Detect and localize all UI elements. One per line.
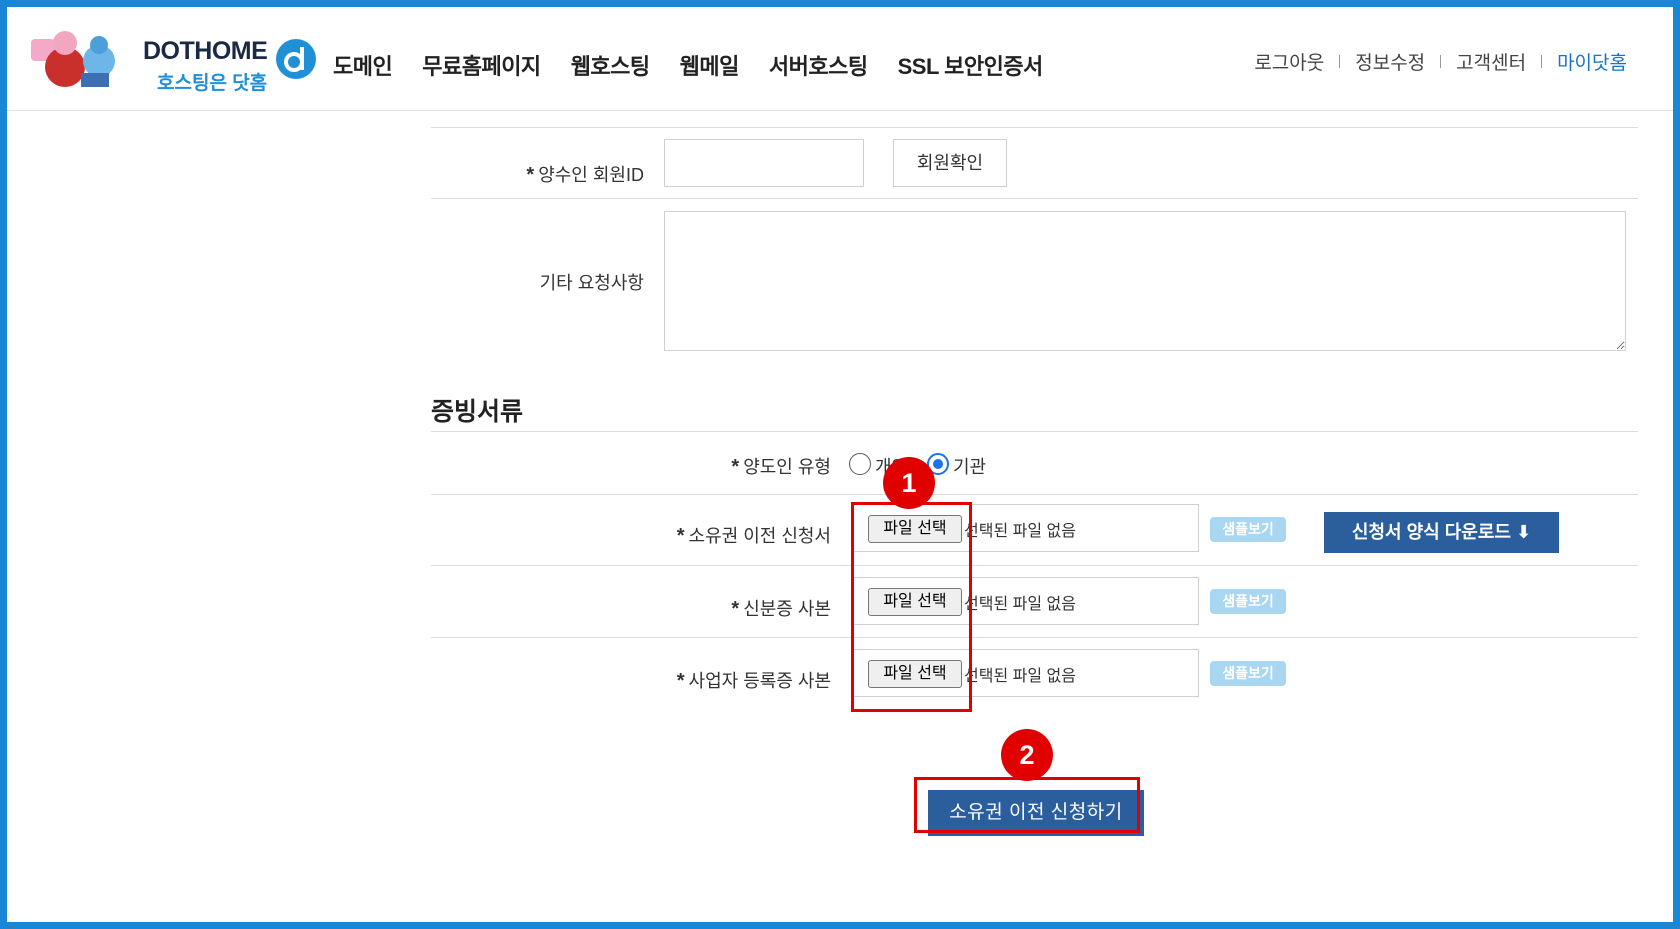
file-status: 선택된 파일 없음 [964,596,1076,613]
dothome-logo[interactable]: DOTHOME 호스팅은 닷홈 [29,21,316,94]
edit-info-link[interactable]: 정보수정 [1355,48,1425,75]
logout-link[interactable]: 로그아웃 [1254,48,1324,75]
section-title: 증빙서류 [431,398,524,426]
nav-server-hosting[interactable]: 서버호스팅 [769,49,868,81]
nav-webmail[interactable]: 웹메일 [680,49,740,81]
row-divider [431,431,1638,432]
radio-individual[interactable] [849,453,871,475]
download-form-label: 신청서 양식 다운로드 [1351,522,1511,542]
annotation-highlight-submit [914,777,1140,833]
annotation-badge-2: 2 [1001,729,1053,781]
row-divider [431,198,1638,199]
transferor-type-label-text: 양도인 유형 [743,457,831,477]
transferee-id-label-text: 양수인 회원ID [538,165,644,185]
row-divider [431,637,1638,638]
dothome-d-icon [276,39,316,79]
transferee-id-label: * 양수인 회원ID [526,164,644,186]
nav-ssl[interactable]: SSL 보안인증서 [898,49,1044,81]
business-reg-label: * 사업자 등록증 사본 [676,670,831,692]
verify-member-button[interactable]: 회원확인 [893,139,1007,187]
download-icon: ⬇ [1515,522,1532,542]
id-copy-label-text: 신분증 사본 [743,599,831,619]
annotation-highlight-file-buttons [851,502,972,712]
radio-dot [933,459,943,469]
site-header: DOTHOME 호스팅은 닷홈 도메인 무료홈페이지 웹호스팅 웹메일 서버호스… [7,7,1673,111]
transferor-type-label: * 양도인 유형 [731,456,831,478]
utility-links: 로그아웃 정보수정 고객센터 마이닷홈 [1254,48,1627,75]
business-reg-label-text: 사업자 등록증 사본 [688,671,831,691]
id-copy-label: * 신분증 사본 [731,598,831,620]
file-status: 선택된 파일 없음 [964,523,1076,540]
nav-domain[interactable]: 도메인 [333,49,393,81]
download-form-button[interactable]: 신청서 양식 다운로드 ⬇ [1324,512,1559,553]
brand-name: DOTHOME [143,37,268,65]
nav-free-homepage[interactable]: 무료홈페이지 [422,49,541,81]
notes-textarea[interactable] [664,211,1626,351]
brand-tagline: 호스팅은 닷홈 [157,73,268,94]
mascot-icon [31,31,115,87]
radio-organization-label: 기관 [953,457,987,477]
sample-view-button[interactable]: 샘플보기 [1210,517,1286,542]
file-status: 선택된 파일 없음 [964,668,1076,685]
row-divider [431,565,1638,566]
support-link[interactable]: 고객센터 [1456,48,1526,75]
sample-view-button[interactable]: 샘플보기 [1210,661,1286,686]
application-form-label: * 소유권 이전 신청서 [676,525,831,547]
row-divider [431,494,1638,495]
main-nav: 도메인 무료홈페이지 웹호스팅 웹메일 서버호스팅 SSL 보안인증서 [333,49,1073,81]
divider [1541,55,1543,68]
myhome-link[interactable]: 마이닷홈 [1557,48,1627,75]
row-divider [431,127,1638,128]
divider [1440,55,1442,68]
transferee-id-input[interactable] [664,139,864,187]
nav-web-hosting[interactable]: 웹호스팅 [571,49,650,81]
application-form-label-text: 소유권 이전 신청서 [688,526,831,546]
notes-label: 기타 요청사항 [539,273,644,293]
annotation-badge-1: 1 [883,457,935,509]
sample-view-button[interactable]: 샘플보기 [1210,589,1286,614]
page: DOTHOME 호스팅은 닷홈 도메인 무료홈페이지 웹호스팅 웹메일 서버호스… [7,7,1673,922]
divider [1339,55,1341,68]
